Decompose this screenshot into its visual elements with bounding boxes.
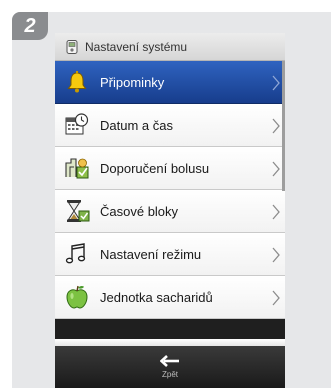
chevron-right-icon	[271, 160, 281, 178]
back-label: Zpět	[161, 370, 178, 379]
settings-menu-list: Připominky Datum a čas Doporučení bolusu…	[55, 61, 285, 319]
music-note-icon	[63, 240, 91, 268]
menu-item-bolus-advice[interactable]: Doporučení bolusu	[55, 147, 285, 190]
chevron-right-icon	[271, 203, 281, 221]
menu-item-partial	[55, 339, 285, 346]
bell-icon	[63, 68, 91, 96]
menu-item-label: Časové bloky	[100, 203, 179, 219]
menu-item-label: Připominky	[100, 74, 165, 90]
menu-item-carb-unit[interactable]: Jednotka sacharidů	[55, 276, 285, 319]
menu-item-time-blocks[interactable]: Časové bloky	[55, 190, 285, 233]
menu-item-label: Datum a čas	[100, 117, 173, 133]
chevron-right-icon	[271, 289, 281, 307]
menu-item-reminders[interactable]: Připominky	[55, 61, 285, 104]
chevron-right-icon	[271, 246, 281, 264]
step-number-badge: 2	[12, 12, 48, 40]
menu-item-label: Nastavení režimu	[100, 246, 202, 262]
back-button[interactable]: Zpět	[55, 346, 285, 388]
chevron-right-icon	[271, 74, 281, 92]
menu-item-date-time[interactable]: Datum a čas	[55, 104, 285, 147]
calendar-clock-icon	[63, 111, 91, 139]
screen-header: Nastavení systému	[55, 33, 285, 61]
apple-icon	[63, 283, 91, 311]
hourglass-icon	[63, 197, 91, 225]
chevron-right-icon	[271, 117, 281, 135]
screen-title: Nastavení systému	[85, 39, 188, 54]
device-screen: Nastavení systému Připominky Datum a čas…	[55, 33, 285, 388]
scrollbar[interactable]	[282, 61, 285, 191]
menu-item-label: Doporučení bolusu	[100, 160, 210, 176]
menu-item-mode-settings[interactable]: Nastavení režimu	[55, 233, 285, 276]
menu-item-label: Jednotka sacharidů	[100, 289, 213, 305]
bolus-advice-icon	[63, 154, 91, 182]
meter-icon	[65, 39, 79, 54]
back-arrow-icon	[160, 355, 180, 367]
